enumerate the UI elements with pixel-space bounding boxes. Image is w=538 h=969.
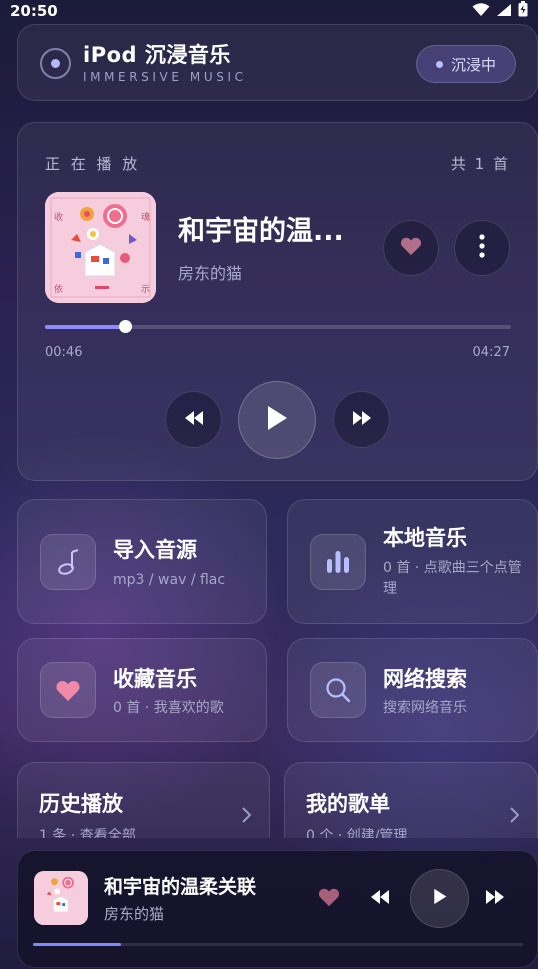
wifi-icon bbox=[472, 2, 490, 21]
heart-icon bbox=[40, 662, 96, 718]
previous-button[interactable] bbox=[165, 391, 222, 448]
mini-previous-button[interactable] bbox=[371, 889, 389, 908]
immersive-mode-label: 沉浸中 bbox=[450, 55, 496, 74]
cell-signal-icon bbox=[496, 2, 512, 21]
rewind-icon bbox=[371, 890, 389, 904]
app-header: iPod 沉浸音乐 IMMERSIVE MUSIC 沉浸中 bbox=[17, 24, 538, 101]
tile-title: 历史播放 bbox=[39, 792, 123, 816]
tile-history[interactable]: 历史播放 1 条 · 查看全部 bbox=[17, 762, 270, 838]
song-artist: 房东的猫 bbox=[178, 264, 243, 283]
svg-text:收: 收 bbox=[54, 211, 63, 223]
battery-icon bbox=[518, 1, 528, 21]
status-time: 20:50 bbox=[10, 2, 58, 20]
heart-icon bbox=[400, 236, 422, 260]
music-note-icon bbox=[40, 534, 96, 590]
progress-fill bbox=[45, 325, 126, 329]
mini-progress-bar[interactable] bbox=[33, 943, 523, 946]
like-button[interactable] bbox=[383, 220, 439, 276]
mini-song-artist: 房东的猫 bbox=[104, 905, 165, 923]
more-vertical-icon bbox=[479, 234, 485, 262]
equalizer-icon bbox=[310, 534, 366, 590]
rewind-icon bbox=[184, 410, 203, 429]
app-title: iPod 沉浸音乐 bbox=[83, 43, 231, 67]
mini-progress-fill bbox=[33, 943, 122, 946]
tile-title: 导入音源 bbox=[113, 538, 197, 562]
tile-title: 网络搜索 bbox=[383, 667, 467, 691]
queue-count: 共 1 首 bbox=[450, 155, 510, 173]
now-playing-label: 正 在 播 放 bbox=[45, 155, 141, 173]
tile-subtitle: 0 个 · 创建/管理 bbox=[306, 828, 408, 838]
current-time: 00:46 bbox=[45, 345, 83, 360]
song-title: 和宇宙的温... bbox=[178, 216, 344, 247]
tile-title: 我的歌单 bbox=[306, 792, 390, 816]
progress-knob[interactable] bbox=[119, 320, 133, 333]
mini-song-title: 和宇宙的温柔关联 bbox=[104, 876, 257, 898]
svg-text:魂: 魂 bbox=[141, 211, 150, 223]
album-cover[interactable]: 收 魂 依 示 bbox=[45, 192, 156, 303]
tile-local-music[interactable]: 本地音乐 0 首 · 点歌曲三个点管理 bbox=[287, 499, 538, 624]
svg-text:示: 示 bbox=[141, 285, 150, 295]
tile-title: 收藏音乐 bbox=[113, 667, 197, 691]
disc-icon bbox=[40, 48, 71, 79]
search-icon bbox=[310, 662, 366, 718]
total-time: 04:27 bbox=[472, 345, 510, 360]
mini-album-cover[interactable] bbox=[34, 871, 88, 925]
play-icon bbox=[266, 405, 288, 435]
immersive-mode-button[interactable]: 沉浸中 bbox=[416, 45, 516, 83]
tile-import-source[interactable]: 导入音源 mp3 / wav / flac bbox=[17, 499, 267, 624]
mini-play-button[interactable] bbox=[410, 869, 469, 928]
tile-subtitle: 0 首 · 我喜欢的歌 bbox=[113, 700, 224, 716]
tile-subtitle: 0 首 · 点歌曲三个点管理 bbox=[383, 560, 522, 597]
next-button[interactable] bbox=[333, 391, 390, 448]
app-subtitle: IMMERSIVE MUSIC bbox=[83, 70, 247, 84]
now-playing-card: 正 在 播 放 共 1 首 收 魂 依 示 和宇宙的温... 房东的猫 00:4… bbox=[17, 122, 538, 481]
more-options-button[interactable] bbox=[454, 220, 510, 276]
mini-next-button[interactable] bbox=[486, 889, 504, 908]
tile-subtitle: mp3 / wav / flac bbox=[113, 572, 226, 588]
play-icon bbox=[433, 888, 447, 909]
mini-player[interactable]: 和宇宙的温柔关联 房东的猫 bbox=[17, 850, 538, 968]
tile-online-search[interactable]: 网络搜索 搜索网络音乐 bbox=[287, 638, 538, 742]
play-button[interactable] bbox=[238, 381, 316, 459]
status-dot-icon bbox=[435, 60, 443, 68]
status-bar: 20:50 bbox=[0, 0, 538, 22]
tile-title: 本地音乐 bbox=[383, 526, 467, 550]
tile-my-playlists[interactable]: 我的歌单 0 个 · 创建/管理 bbox=[284, 762, 538, 838]
fast-forward-icon bbox=[352, 410, 371, 429]
mini-like-button[interactable] bbox=[318, 887, 340, 911]
fast-forward-icon bbox=[486, 890, 504, 904]
tile-subtitle: 1 条 · 查看全部 bbox=[39, 828, 136, 838]
heart-icon bbox=[318, 888, 340, 907]
progress-slider[interactable] bbox=[45, 320, 511, 333]
chevron-right-icon bbox=[509, 807, 520, 827]
tile-subtitle: 搜索网络音乐 bbox=[383, 700, 467, 716]
tile-favorites[interactable]: 收藏音乐 0 首 · 我喜欢的歌 bbox=[17, 638, 267, 742]
chevron-right-icon bbox=[241, 807, 252, 827]
svg-text:依: 依 bbox=[54, 283, 63, 295]
